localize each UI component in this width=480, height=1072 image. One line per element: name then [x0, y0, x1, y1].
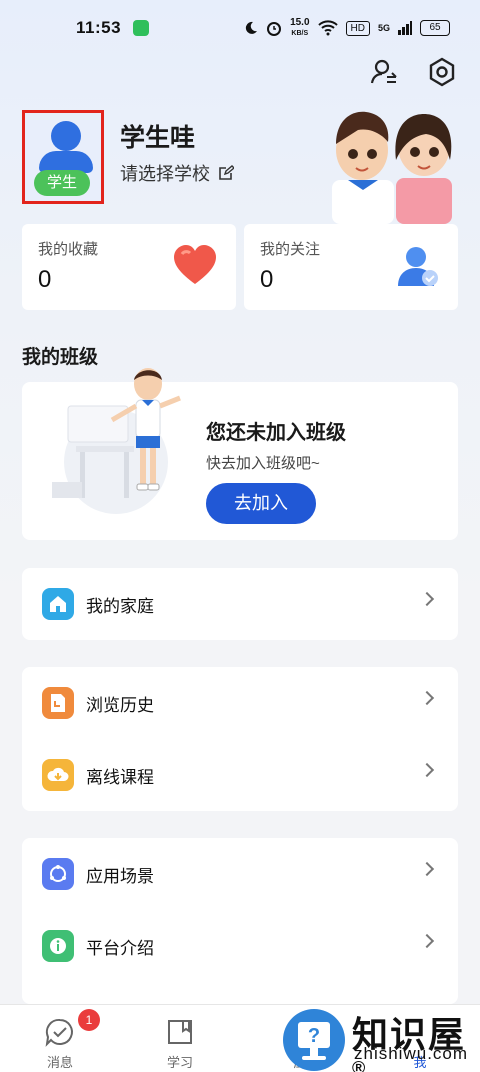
chevron-right-icon — [419, 933, 435, 949]
favorites-card[interactable]: 我的收藏 0 — [22, 224, 236, 310]
menu-item-history[interactable]: 浏览历史 — [22, 667, 458, 739]
status-bar: 11:53 15.0 KB/S HD 5G 65 — [0, 0, 480, 56]
status-time: 11:53 — [76, 18, 122, 37]
menu-item-offline[interactable]: 离线课程 — [22, 739, 458, 811]
user-switch-icon — [370, 59, 397, 84]
class-empty-subtitle: 快去加入班级吧~ — [206, 455, 320, 472]
messages-badge: 1 — [78, 1009, 100, 1031]
my-class-title: 我的班级 — [22, 347, 99, 368]
heart-icon — [174, 245, 216, 284]
chevron-right-icon — [419, 861, 435, 877]
class-empty-title: 您还未加入班级 — [206, 422, 346, 444]
menu-card-family: 我的家庭 — [22, 568, 458, 640]
user-name: 学生哇 — [120, 124, 196, 152]
chevron-right-icon — [419, 690, 435, 706]
menu-card-history: 浏览历史 离线课程 — [22, 667, 458, 811]
role-badge: 学生 — [34, 170, 90, 196]
switch-user-button[interactable] — [368, 56, 400, 88]
gear-icon — [429, 57, 455, 87]
menu-label-platform: 平台介绍 — [86, 938, 154, 958]
download-icon — [42, 759, 74, 791]
join-class-button[interactable]: 去加入 — [206, 483, 316, 524]
signal-bars-icon — [398, 21, 412, 35]
watermark-logo-icon: ? — [283, 1009, 345, 1071]
kids-illustration — [332, 111, 452, 224]
select-school-label: 请选择学校 — [120, 164, 210, 184]
menu-item-family[interactable]: 我的家庭 — [22, 568, 458, 640]
favorites-count: 0 — [38, 266, 52, 293]
call-icon — [133, 20, 150, 36]
avatar[interactable]: 学生 — [22, 110, 104, 204]
battery-icon: 65 — [420, 20, 450, 36]
menu-label-family: 我的家庭 — [86, 596, 154, 616]
svg-text:?: ? — [308, 1025, 320, 1047]
watermark-domain: zhishiwu.com — [354, 1044, 469, 1063]
chevron-right-icon — [419, 762, 435, 778]
alarm-icon — [267, 22, 282, 36]
edit-icon — [219, 165, 234, 180]
signal-icon: 5G — [377, 23, 390, 33]
book-icon — [168, 1020, 192, 1044]
tab-label-study: 学习 — [166, 1055, 193, 1070]
menu-card-more: 应用场景 平台介绍 — [22, 838, 458, 1004]
class-card: 您还未加入班级 快去加入班级吧~ 去加入 — [22, 368, 458, 540]
message-icon — [45, 1018, 73, 1047]
tab-messages[interactable]: 1 消息 — [12, 1005, 108, 1072]
settings-button[interactable] — [426, 56, 458, 88]
chevron-right-icon — [419, 591, 435, 607]
hd-badge: HD — [345, 20, 370, 36]
menu-label-offline: 离线课程 — [86, 767, 154, 787]
scenario-icon — [42, 858, 74, 890]
net-speed: 15.0 KB/S — [290, 16, 310, 37]
history-icon — [42, 687, 74, 719]
menu-item-platform[interactable]: 平台介绍 — [22, 910, 458, 982]
tab-study[interactable]: 学习 — [132, 1005, 228, 1072]
avatar-head — [51, 121, 81, 151]
follow-user-icon — [398, 247, 438, 286]
following-card[interactable]: 我的关注 0 — [244, 224, 458, 310]
home-icon — [42, 588, 74, 620]
menu-label-scenarios: 应用场景 — [86, 866, 154, 886]
select-school-link[interactable]: 请选择学校 — [120, 160, 234, 186]
moon-icon — [245, 21, 258, 34]
following-count: 0 — [260, 266, 274, 293]
class-illustration — [52, 368, 181, 514]
following-label: 我的关注 — [260, 241, 321, 258]
favorites-label: 我的收藏 — [38, 241, 99, 258]
status-right: 15.0 KB/S HD 5G 65 — [244, 16, 450, 39]
wifi-icon — [317, 20, 338, 36]
menu-item-scenarios[interactable]: 应用场景 — [22, 838, 458, 910]
menu-label-history: 浏览历史 — [86, 695, 154, 715]
info-icon — [42, 930, 74, 962]
tab-label-messages: 消息 — [46, 1055, 73, 1070]
